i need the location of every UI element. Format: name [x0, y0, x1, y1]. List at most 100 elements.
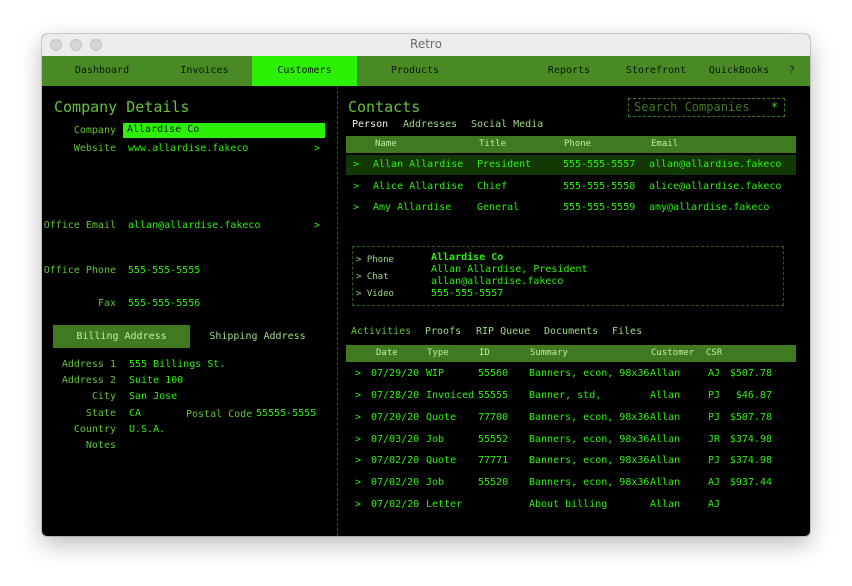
activity-customer: Allan	[650, 368, 681, 379]
activity-row[interactable]: >07/03/20 Job 55552 Banners, econ, 98x36 All…	[346, 430, 796, 450]
contact-phone: 555-555-5557	[563, 159, 636, 170]
activity-csr: AJ	[708, 499, 721, 510]
website-label: Website	[73, 143, 116, 154]
activity-amount: $507.78	[729, 412, 772, 423]
postal-code-value[interactable]: 55555-5555	[256, 408, 316, 419]
tab-shipping-address[interactable]: Shipping Address	[200, 325, 315, 348]
activity-row[interactable]: >07/29/20 WIP 55560 Banners, econ, 98x36 All…	[346, 364, 796, 384]
nav-products[interactable]: Products	[364, 56, 466, 86]
nav-invoices[interactable]: Invoices	[152, 56, 257, 86]
col-id[interactable]: ID	[479, 345, 490, 362]
phone-action[interactable]: > Phone	[356, 255, 394, 265]
search-companies-input[interactable]: Search Companies *	[628, 98, 785, 117]
col-summary[interactable]: Summary	[530, 345, 568, 362]
activity-csr: JR	[708, 434, 721, 445]
office-email-value[interactable]: allan@allardise.fakeco	[128, 220, 260, 231]
nav-customers[interactable]: Customers	[252, 56, 357, 86]
activity-row[interactable]: >07/02/20 Quote 77771 Banners, econ, 98x36 A…	[346, 451, 796, 471]
video-action[interactable]: > Video	[356, 289, 394, 299]
row-expand-arrow[interactable]: >	[353, 177, 359, 197]
company-input[interactable]: Allardise Co	[123, 123, 325, 138]
office-email-label: Office Email	[43, 220, 116, 231]
activity-row[interactable]: >07/02/20 Job 55520 Banners, econ, 98x36 All…	[346, 473, 796, 493]
card-person: Allan Allardise, President	[431, 264, 588, 275]
nav-reports[interactable]: Reports	[536, 56, 602, 86]
company-label: Company	[73, 125, 116, 136]
contact-title: President	[477, 159, 532, 170]
website-value[interactable]: www.allardise.fakeco	[128, 143, 248, 154]
activity-row[interactable]: >07/28/20 Invoiced 55555 Banner, std, Allan P…	[346, 386, 796, 406]
row-expand-arrow[interactable]: >	[355, 430, 361, 450]
tab-billing-address[interactable]: Billing Address	[53, 325, 190, 348]
card-phone[interactable]: 555-555-5557	[431, 288, 503, 299]
panel-divider	[337, 86, 338, 536]
tab-activities[interactable]: Activities	[351, 326, 411, 337]
contact-row[interactable]: > Amy Allardise General 555-555-5559 amy…	[346, 198, 796, 218]
tab-addresses[interactable]: Addresses	[403, 119, 457, 130]
company-input-value: Allardise Co	[127, 124, 200, 135]
website-open-arrow[interactable]: >	[314, 143, 320, 154]
tab-person[interactable]: Person	[352, 119, 388, 130]
contact-name: Allan Allardise	[373, 159, 464, 170]
address1-label: Address 1	[61, 359, 116, 370]
col-phone[interactable]: Phone	[564, 136, 591, 153]
contact-email: allan@allardise.fakeco	[649, 159, 782, 170]
address1-value[interactable]: 555 Billings St.	[129, 359, 225, 370]
row-expand-arrow[interactable]: >	[355, 495, 361, 515]
row-expand-arrow[interactable]: >	[355, 451, 361, 471]
tab-rip-queue[interactable]: RIP Queue	[476, 326, 530, 337]
activity-summary: Banner, std,	[529, 390, 602, 401]
tab-social-media[interactable]: Social Media	[471, 119, 543, 130]
state-label: State	[85, 408, 116, 419]
row-expand-arrow[interactable]: >	[353, 198, 359, 218]
activity-csr: PJ	[708, 412, 721, 423]
activity-row[interactable]: >07/20/20 Quote 77700 Banners, econ, 98x36 A…	[346, 408, 796, 428]
activity-date: 07/02/20	[371, 499, 420, 510]
contact-email: alice@allardise.fakeco	[649, 181, 782, 192]
activity-summary: About billing	[529, 499, 608, 510]
nav-quickbooks[interactable]: QuickBooks	[704, 56, 774, 86]
col-email[interactable]: Email	[651, 136, 678, 153]
contact-row[interactable]: > Alice Allardise Chief 555-555-5558 ali…	[346, 177, 796, 197]
row-expand-arrow[interactable]: >	[355, 408, 361, 428]
fax-value[interactable]: 555-555-5556	[128, 298, 200, 309]
notes-label: Notes	[85, 440, 116, 451]
city-value[interactable]: San Jose	[129, 391, 177, 402]
col-name[interactable]: Name	[375, 136, 397, 153]
country-label: Country	[73, 424, 116, 435]
nav-dashboard[interactable]: Dashboard	[52, 56, 152, 86]
activity-row[interactable]: >07/02/20 Letter About billing Allan AJ	[346, 495, 796, 515]
nav-storefront[interactable]: Storefront	[622, 56, 690, 86]
nav-help[interactable]: ?	[784, 56, 800, 86]
contact-title: Chief	[477, 181, 508, 192]
col-csr[interactable]: CSR	[706, 345, 722, 362]
contact-row[interactable]: > Allan Allardise President 555-555-5557…	[346, 155, 796, 175]
activity-csr: AJ	[708, 368, 721, 379]
row-expand-arrow[interactable]: >	[353, 155, 359, 175]
office-email-arrow[interactable]: >	[314, 220, 320, 231]
tab-documents[interactable]: Documents	[544, 326, 598, 337]
chat-action[interactable]: > Chat	[356, 272, 389, 282]
col-customer[interactable]: Customer	[651, 345, 694, 362]
search-icon[interactable]: *	[771, 99, 778, 116]
tab-files[interactable]: Files	[612, 326, 642, 337]
state-value[interactable]: CA	[129, 408, 141, 419]
postal-code-label: Postal Code	[186, 409, 253, 420]
col-type[interactable]: Type	[427, 345, 449, 362]
card-email[interactable]: allan@allardise.fakeco	[431, 276, 563, 287]
activity-summary: Banners, econ, 98x36	[529, 434, 650, 445]
app-window: Retro Dashboard Invoices Customers Produ…	[42, 34, 810, 536]
office-phone-value[interactable]: 555-555-5555	[128, 265, 200, 276]
tab-proofs[interactable]: Proofs	[425, 326, 461, 337]
contact-card: > Phone > Chat > Video Allardise Co Alla…	[352, 246, 784, 306]
address2-value[interactable]: Suite 100	[129, 375, 183, 386]
col-title[interactable]: Title	[479, 136, 506, 153]
contact-name: Alice Allardise	[373, 181, 464, 192]
country-value[interactable]: U.S.A.	[129, 424, 165, 435]
row-expand-arrow[interactable]: >	[355, 364, 361, 384]
col-date[interactable]: Date	[376, 345, 398, 362]
activity-amount: $374.98	[729, 455, 772, 466]
row-expand-arrow[interactable]: >	[355, 473, 361, 493]
activity-id: 77771	[478, 455, 509, 466]
row-expand-arrow[interactable]: >	[355, 386, 361, 406]
